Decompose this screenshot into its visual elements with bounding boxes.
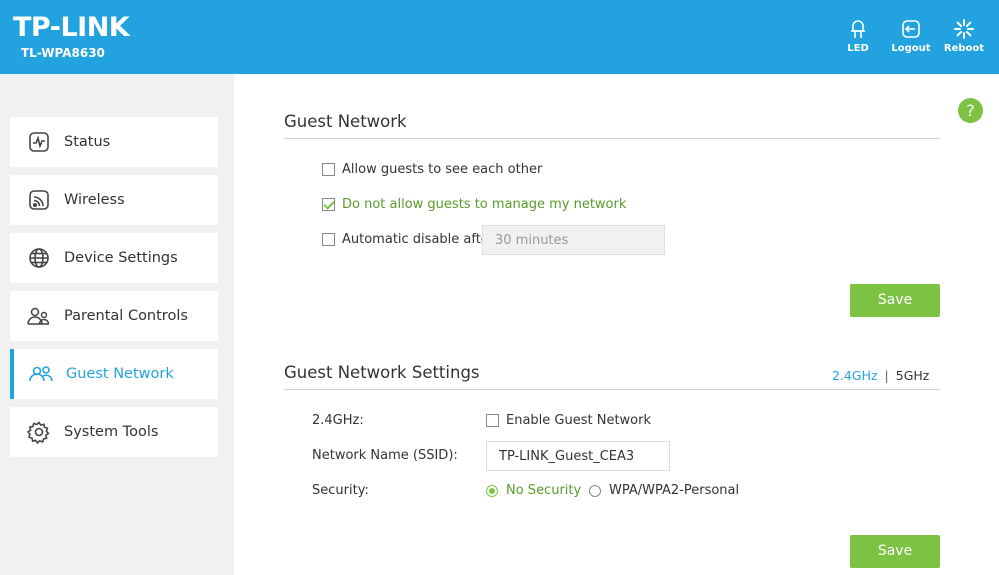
- guest-network-save-button[interactable]: Save: [850, 284, 940, 317]
- sidebar: Status Wireless Device Settings Parental…: [0, 74, 234, 575]
- sidebar-item-guest-network[interactable]: Guest Network: [10, 349, 218, 399]
- sidebar-item-label: Wireless: [64, 192, 125, 208]
- sidebar-item-system-tools[interactable]: System Tools: [10, 407, 218, 457]
- security-no-security-option: No Security: [486, 483, 581, 498]
- brand-logo: TP-LINK: [13, 12, 130, 43]
- auto-disable-label: Automatic disable after: [342, 232, 495, 247]
- band-tab-5ghz[interactable]: 5GHz: [896, 368, 930, 383]
- parental-controls-icon: [26, 303, 52, 329]
- section-divider: [284, 389, 940, 390]
- allow-guests-see-each-other-label: Allow guests to see each other: [342, 162, 543, 177]
- reboot-label: Reboot: [943, 43, 985, 54]
- guest-settings-title: Guest Network Settings: [284, 363, 480, 382]
- logout-button[interactable]: Logout: [886, 18, 936, 54]
- auto-disable-checkbox[interactable]: [322, 233, 335, 246]
- led-button[interactable]: LED: [833, 18, 883, 54]
- enable-guest-network-label: Enable Guest Network: [506, 413, 652, 428]
- guest-network-title: Guest Network: [284, 112, 407, 131]
- ssid-input[interactable]: TP-LINK_Guest_CEA3: [486, 441, 670, 471]
- band-tab-2-4ghz[interactable]: 2.4GHz: [832, 368, 878, 383]
- sidebar-item-status[interactable]: Status: [10, 117, 218, 167]
- auto-disable-row: Automatic disable after: [322, 232, 494, 247]
- sidebar-item-label: Guest Network: [66, 366, 174, 382]
- wireless-icon: [26, 187, 52, 213]
- no-manage-network-label: Do not allow guests to manage my network: [342, 197, 627, 212]
- wpa-personal-radio[interactable]: [589, 484, 601, 497]
- band-switch: 2.4GHz | 5GHz: [832, 368, 929, 383]
- help-icon[interactable]: ?: [958, 98, 983, 123]
- no-manage-network-row: Do not allow guests to manage my network: [322, 197, 626, 212]
- led-label: LED: [847, 43, 869, 54]
- allow-guests-see-each-other-checkbox[interactable]: [322, 163, 335, 176]
- gear-icon: [26, 419, 52, 445]
- wpa-personal-label: WPA/WPA2-Personal: [609, 483, 740, 498]
- no-manage-network-checkbox[interactable]: [322, 198, 335, 211]
- sidebar-item-parental-controls[interactable]: Parental Controls: [10, 291, 218, 341]
- reboot-button[interactable]: Reboot: [939, 18, 989, 54]
- band-label: 2.4GHz:: [312, 413, 364, 428]
- reboot-icon: [954, 19, 974, 39]
- sidebar-item-label: Device Settings: [64, 250, 178, 266]
- section-divider: [284, 138, 940, 139]
- logout-icon: [902, 20, 920, 38]
- security-label: Security:: [312, 483, 369, 498]
- sidebar-item-wireless[interactable]: Wireless: [10, 175, 218, 225]
- band-separator: |: [884, 368, 889, 383]
- logout-label: Logout: [891, 43, 931, 54]
- header: TP-LINK TL-WPA8630 LED Logout Reboot: [0, 0, 999, 74]
- sidebar-item-device-settings[interactable]: Device Settings: [10, 233, 218, 283]
- globe-icon: [26, 245, 52, 271]
- no-security-label: No Security: [506, 483, 582, 498]
- auto-disable-duration-select[interactable]: 30 minutes: [482, 225, 665, 255]
- sidebar-item-label: System Tools: [64, 424, 159, 440]
- enable-guest-network-row: Enable Guest Network: [486, 413, 651, 428]
- enable-guest-network-checkbox[interactable]: [486, 414, 499, 427]
- sidebar-item-label: Status: [64, 134, 111, 150]
- model-name: TL-WPA8630: [21, 46, 105, 60]
- no-security-radio[interactable]: [486, 484, 498, 497]
- guest-network-icon: [28, 361, 54, 387]
- sidebar-item-label: Parental Controls: [64, 308, 188, 324]
- guest-settings-save-button[interactable]: Save: [850, 535, 940, 568]
- ssid-label: Network Name (SSID):: [312, 448, 458, 463]
- led-icon: [851, 20, 865, 38]
- allow-guests-see-each-other-row: Allow guests to see each other: [322, 162, 542, 177]
- security-wpa-option: WPA/WPA2-Personal: [589, 483, 739, 498]
- status-icon: [26, 129, 52, 155]
